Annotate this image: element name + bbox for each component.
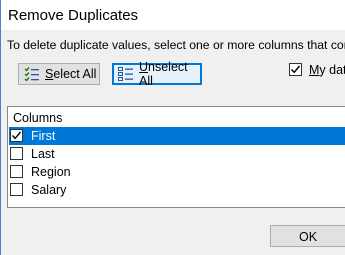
unselect-all-button[interactable]: Unselect All xyxy=(112,60,202,88)
columns-list[interactable]: Columns First Last Region Salary xyxy=(7,106,345,208)
column-label: Salary xyxy=(31,183,67,197)
my-data-has-headers-label[interactable]: My dat xyxy=(309,63,345,77)
title-bar[interactable]: Remove Duplicates xyxy=(1,0,345,30)
ok-button[interactable]: OK xyxy=(270,225,345,247)
unselect-all-checklist-icon xyxy=(118,67,134,81)
dialog-description: To delete duplicate values, select one o… xyxy=(7,38,345,52)
select-all-button[interactable]: Select All xyxy=(18,63,100,85)
column-checkbox[interactable] xyxy=(10,165,23,178)
window-border xyxy=(0,0,1,255)
ok-label: OK xyxy=(299,230,318,244)
column-label: Region xyxy=(31,165,71,179)
column-checkbox[interactable] xyxy=(10,183,23,196)
list-item[interactable]: Last xyxy=(9,145,345,163)
unselect-all-label: Unselect All xyxy=(139,60,188,88)
list-item[interactable]: Region xyxy=(9,163,345,181)
list-item[interactable]: First xyxy=(9,127,345,145)
column-checkbox[interactable] xyxy=(10,147,23,160)
checkmark-icon xyxy=(290,65,301,74)
column-checkbox[interactable] xyxy=(10,129,23,142)
my-data-has-headers-checkbox[interactable] xyxy=(289,63,302,76)
select-all-label: Select All xyxy=(45,67,97,81)
column-label: First xyxy=(31,129,56,143)
checkmark-icon xyxy=(11,131,22,140)
columns-list-header: Columns xyxy=(13,111,63,125)
column-label: Last xyxy=(31,147,55,161)
list-item[interactable]: Salary xyxy=(9,181,345,199)
dialog-title: Remove Duplicates xyxy=(8,7,139,24)
select-all-checklist-icon xyxy=(24,67,40,81)
